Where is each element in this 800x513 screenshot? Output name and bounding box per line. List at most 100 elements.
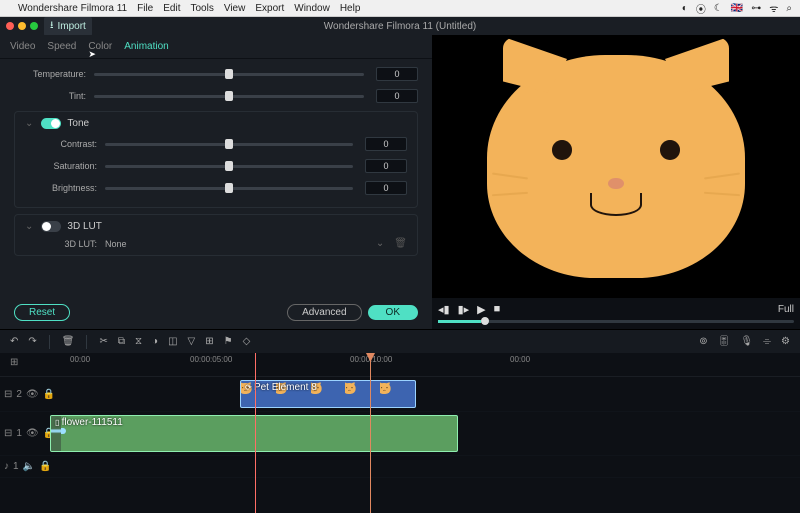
menu-help[interactable]: Help	[340, 3, 361, 14]
clip-flower[interactable]: ▯ flower-111511	[50, 415, 458, 452]
zoom-icon[interactable]	[30, 22, 38, 30]
track-id: 1	[13, 461, 19, 472]
properties-panel: Video Speed Color➤ Animation Temperature…	[0, 35, 432, 329]
saturation-input[interactable]	[365, 159, 407, 173]
lut-section: ⌄ 3D LUT 3D LUT: None ⌄ 🗑	[14, 214, 418, 256]
ruler-tick: 00:00:05:00	[190, 355, 232, 364]
contrast-slider[interactable]	[105, 143, 353, 146]
mic-icon[interactable]: 🎙	[740, 336, 753, 347]
redo-icon[interactable]: ↷	[28, 336, 36, 347]
tone-label: Tone	[67, 118, 89, 129]
tint-slider[interactable]	[94, 95, 364, 98]
green-screen-icon[interactable]: ▽	[188, 336, 196, 347]
crop-icon[interactable]: ⧉	[118, 336, 125, 347]
next-frame-button[interactable]: ▮▸	[458, 303, 470, 316]
cut-icon[interactable]: ✂	[99, 336, 107, 347]
moon-icon[interactable]: ☾	[714, 3, 723, 14]
chevron-down-icon[interactable]: ⌄	[25, 118, 33, 129]
lut-toggle[interactable]	[41, 221, 61, 232]
lang-flag[interactable]: 🇬🇧	[731, 3, 743, 14]
undo-icon[interactable]: ↶	[10, 336, 18, 347]
video-preview[interactable]	[432, 35, 800, 298]
wifi-icon[interactable]: ᯤ	[769, 1, 778, 15]
timeline: ⊞ 00:00 00:00:05:00 00:00:10:00 00:00 ⊟ …	[0, 353, 800, 513]
import-label: Import	[58, 21, 86, 32]
status-icon[interactable]: ◐	[682, 3, 688, 14]
speed-icon[interactable]: ⧖	[135, 336, 142, 347]
import-button[interactable]: ⭳ Import	[44, 17, 92, 36]
timeline-zoom-bar	[0, 478, 800, 498]
tone-toggle[interactable]	[41, 118, 61, 129]
tab-animation[interactable]: Animation	[124, 39, 168, 54]
timeline-ruler[interactable]: ⊞ 00:00 00:00:05:00 00:00:10:00 00:00	[0, 353, 800, 377]
region-marker[interactable]	[255, 353, 256, 513]
menu-file[interactable]: File	[137, 3, 153, 14]
search-icon[interactable]: ⌕	[786, 3, 792, 14]
keyframe-icon[interactable]: ◇	[243, 336, 251, 347]
preview-scrubber[interactable]	[438, 320, 794, 323]
track-collapse-icon[interactable]: ⊟	[4, 428, 12, 439]
mask-icon[interactable]: ◫	[168, 336, 177, 347]
contrast-input[interactable]	[365, 137, 407, 151]
menu-export[interactable]: Export	[255, 3, 284, 14]
menu-view[interactable]: View	[224, 3, 246, 14]
minimize-icon[interactable]	[18, 22, 26, 30]
status-icon[interactable]: ⦿	[696, 1, 706, 16]
tab-color[interactable]: Color➤	[88, 39, 112, 54]
menu-edit[interactable]: Edit	[163, 3, 180, 14]
lut-section-label: 3D LUT	[67, 221, 101, 232]
trash-icon[interactable]: 🗑	[394, 238, 407, 249]
menu-app[interactable]: Wondershare Filmora 11	[18, 3, 127, 14]
track-id: 2	[16, 389, 22, 400]
visibility-icon[interactable]: 👁	[26, 389, 39, 400]
temperature-input[interactable]	[376, 67, 418, 81]
text-icon[interactable]: ⊞	[205, 336, 213, 347]
track-id: 1	[16, 428, 22, 439]
close-icon[interactable]	[6, 22, 14, 30]
tab-video[interactable]: Video	[10, 39, 35, 54]
color-icon[interactable]: ◑	[152, 336, 158, 347]
record-icon[interactable]: ⊚	[699, 336, 707, 347]
menu-window[interactable]: Window	[294, 3, 330, 14]
delete-icon[interactable]: 🗑	[62, 336, 75, 347]
visibility-icon[interactable]: 👁	[26, 428, 39, 439]
ok-button[interactable]: OK	[368, 305, 418, 320]
menu-tools[interactable]: Tools	[190, 3, 213, 14]
chevron-down-icon[interactable]: ⌄	[25, 221, 33, 232]
timeline-toolbar: ↶ ↷ 🗑 ✂ ⧉ ⧖ ◑ ◫ ▽ ⊞ ⚑ ◇ ⊚ 🎚 🎙 ⌯ ⚙	[0, 329, 800, 353]
marker-icon[interactable]: ⚑	[224, 336, 233, 347]
tone-section: ⌄ Tone Contrast: Saturation: Brightness:	[14, 111, 418, 208]
audio-icon[interactable]: 🎚	[718, 336, 731, 347]
download-icon: ⭳	[50, 18, 54, 35]
brightness-input[interactable]	[365, 181, 407, 195]
temperature-slider[interactable]	[94, 73, 364, 76]
audio-icon[interactable]: ♪	[4, 461, 9, 472]
stop-button[interactable]: ■	[494, 303, 501, 315]
wifi-icon[interactable]: ⊶	[751, 3, 761, 14]
prop-tabs: Video Speed Color➤ Animation	[0, 35, 432, 59]
lut-select[interactable]: None	[105, 239, 376, 249]
saturation-label: Saturation:	[25, 161, 97, 171]
mixer-icon[interactable]: ⌯	[763, 336, 771, 347]
play-button[interactable]: ▶	[477, 303, 485, 316]
window-title: Wondershare Filmora 11 (Untitled)	[324, 21, 476, 32]
tint-input[interactable]	[376, 89, 418, 103]
brightness-label: Brightness:	[25, 183, 97, 193]
track-collapse-icon[interactable]: ⊟	[4, 389, 12, 400]
advanced-button[interactable]: Advanced	[287, 304, 361, 321]
brightness-slider[interactable]	[105, 187, 353, 190]
mute-icon[interactable]: 🔈	[23, 461, 35, 472]
chevron-down-icon[interactable]: ⌄	[376, 238, 384, 249]
clip-pet-element[interactable]: ⟳ Pet Element 8	[240, 380, 416, 408]
track-manager-icon[interactable]: ⊞	[10, 357, 18, 368]
reset-button[interactable]: Reset	[14, 304, 70, 321]
settings-icon[interactable]: ⚙	[781, 336, 790, 347]
tab-speed[interactable]: Speed	[47, 39, 76, 54]
track-video-1: ⊟ 1 👁 🔒 ▯ flower-111511	[0, 412, 800, 456]
prev-frame-button[interactable]: ◂▮	[438, 303, 450, 316]
playhead[interactable]	[370, 353, 371, 513]
quality-label[interactable]: Full	[778, 304, 794, 315]
saturation-slider[interactable]	[105, 165, 353, 168]
window-controls[interactable]	[6, 22, 38, 30]
preview-panel: ◂▮ ▮▸ ▶ ■ Full	[432, 35, 800, 329]
